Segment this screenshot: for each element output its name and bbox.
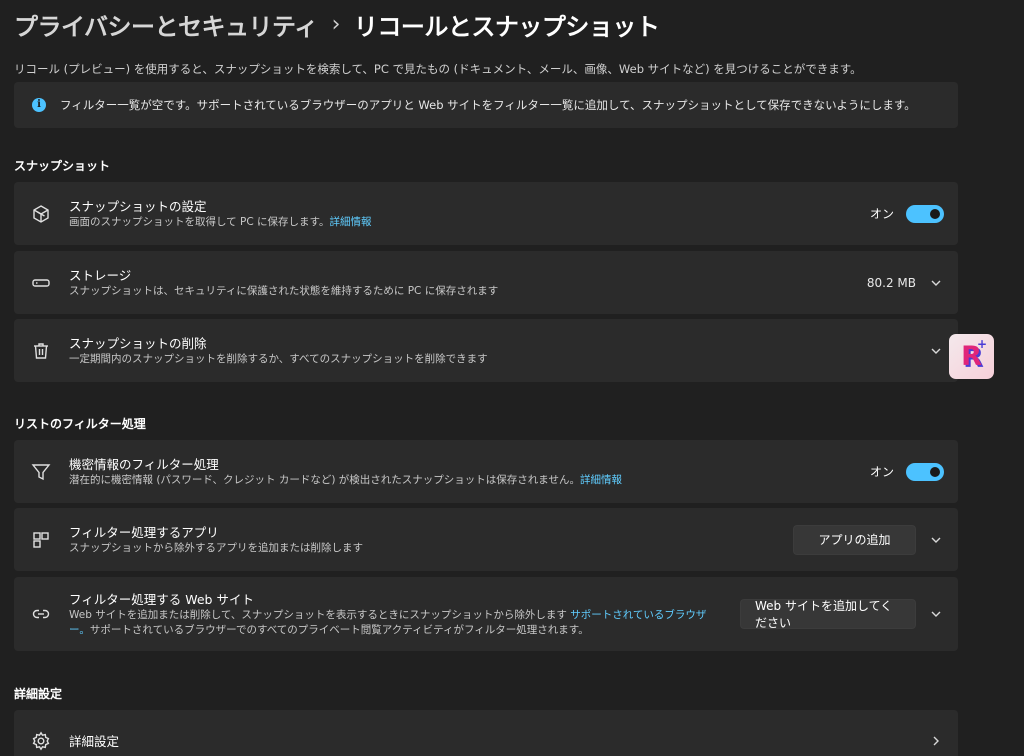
snapshot-settings-title: スナップショットの設定 — [69, 198, 207, 214]
filter-funnel-icon — [30, 461, 52, 483]
sensitive-filter-card: 機密情報のフィルター処理 潜在的に機密情報 (パスワード、クレジット カードなど… — [14, 440, 958, 503]
chevron-down-icon[interactable] — [928, 606, 944, 622]
snapshot-cube-icon — [30, 203, 52, 225]
storage-title: ストレージ — [69, 267, 132, 283]
filter-apps-subtitle: スナップショットから除外するアプリを追加または削除します — [69, 541, 363, 554]
filter-websites-subtitle: Web サイトを追加または削除して、スナップショットを表示するときにスナップショ… — [69, 608, 714, 638]
breadcrumb-separator: › — [331, 11, 341, 37]
filter-websites-title: フィルター処理する Web サイト — [69, 591, 254, 607]
filter-websites-card[interactable]: フィルター処理する Web サイト Web サイトを追加または削除して、スナップ… — [14, 577, 958, 651]
snapshot-settings-subtitle-text: 画面のスナップショットを取得して PC に保存します。 — [69, 215, 330, 228]
advanced-settings-card[interactable]: 詳細設定 — [14, 710, 958, 756]
snapshot-settings-toggle[interactable] — [906, 204, 944, 223]
sensitive-filter-toggle[interactable] — [906, 462, 944, 481]
filter-apps-card[interactable]: フィルター処理するアプリ スナップショットから除外するアプリを追加または削除しま… — [14, 508, 958, 571]
section-title-filter-lists: リストのフィルター処理 — [14, 417, 146, 431]
chevron-down-icon[interactable] — [928, 343, 944, 359]
page-description: リコール (プレビュー) を使用すると、スナップショットを検索して、PC で見た… — [14, 62, 862, 76]
snapshot-settings-card: スナップショットの設定 画面のスナップショットを取得して PC に保存します。詳… — [14, 182, 958, 245]
floating-app-badge[interactable]: R + — [949, 334, 994, 379]
add-website-button[interactable]: Web サイトを追加してください — [740, 599, 916, 630]
sensitive-filter-title: 機密情報のフィルター処理 — [69, 456, 219, 472]
page-title: リコールとスナップショット — [353, 12, 660, 41]
sensitive-filter-subtitle: 潜在的に機密情報 (パスワード、クレジット カードなど) が検出されたスナップシ… — [69, 473, 728, 488]
toggle-knob — [930, 466, 940, 477]
section-title-snapshots: スナップショット — [14, 159, 111, 173]
trash-icon — [30, 340, 52, 362]
storage-size-value: 80.2 MB — [866, 275, 916, 290]
add-app-button[interactable]: アプリの追加 — [793, 524, 916, 555]
sensitive-filter-toggle-group: オン — [869, 462, 944, 481]
info-bar: i フィルター一覧が空です。サポートされているブラウザーのアプリと Web サイ… — [14, 82, 958, 128]
snapshot-settings-learn-more-link[interactable]: 詳細情報 — [329, 216, 371, 228]
snapshot-settings-subtitle: 画面のスナップショットを取得して PC に保存します。詳細情報 — [69, 215, 728, 230]
apps-grid-icon — [30, 529, 52, 551]
chevron-down-icon[interactable] — [928, 275, 944, 291]
settings-page: プライバシーとセキュリティ › リコールとスナップショット リコール (プレビュ… — [0, 0, 1024, 756]
filter-websites-subtitle-text-after: サポートされているブラウザーでのすべてのプライベート閲覧アクティビティがフィルタ… — [89, 623, 589, 636]
breadcrumb-parent-privacy-security[interactable]: プライバシーとセキュリティ — [14, 7, 318, 42]
snapshot-settings-toggle-group: オン — [869, 204, 944, 223]
toggle-knob — [930, 208, 940, 219]
sensitive-filter-learn-more-link[interactable]: 詳細情報 — [580, 474, 622, 486]
filter-websites-subtitle-text: Web サイトを追加または削除して、スナップショットを表示するときにスナップショ… — [69, 608, 567, 621]
advanced-settings-title: 詳細設定 — [69, 734, 120, 749]
info-bar-text: フィルター一覧が空です。サポートされているブラウザーのアプリと Web サイトを… — [60, 98, 916, 112]
storage-subtitle: スナップショットは、セキュリティに保護された状態を維持するために PC に保存さ… — [69, 284, 499, 297]
storage-card[interactable]: ストレージ スナップショットは、セキュリティに保護された状態を維持するために P… — [14, 251, 958, 314]
storage-drive-icon — [30, 272, 52, 294]
breadcrumb: プライバシーとセキュリティ › リコールとスナップショット — [14, 6, 660, 42]
gear-icon — [30, 730, 52, 752]
chevron-down-icon[interactable] — [928, 532, 944, 548]
filter-apps-title: フィルター処理するアプリ — [69, 524, 219, 540]
info-icon: i — [32, 98, 46, 112]
delete-snapshots-title: スナップショットの削除 — [69, 335, 207, 351]
badge-plus-icon: + — [976, 337, 987, 351]
sensitive-filter-toggle-label: オン — [869, 465, 894, 479]
section-title-advanced: 詳細設定 — [14, 687, 63, 701]
sensitive-filter-subtitle-text: 潜在的に機密情報 (パスワード、クレジット カードなど) が検出されたスナップシ… — [69, 473, 580, 486]
delete-snapshots-card[interactable]: スナップショットの削除 一定期間内のスナップショットを削除するか、すべてのスナッ… — [14, 319, 958, 382]
chevron-right-icon[interactable] — [928, 733, 944, 749]
snapshot-settings-toggle-label: オン — [869, 207, 894, 221]
delete-snapshots-subtitle: 一定期間内のスナップショットを削除するか、すべてのスナップショットを削除できます — [69, 352, 488, 365]
link-icon — [30, 603, 52, 625]
